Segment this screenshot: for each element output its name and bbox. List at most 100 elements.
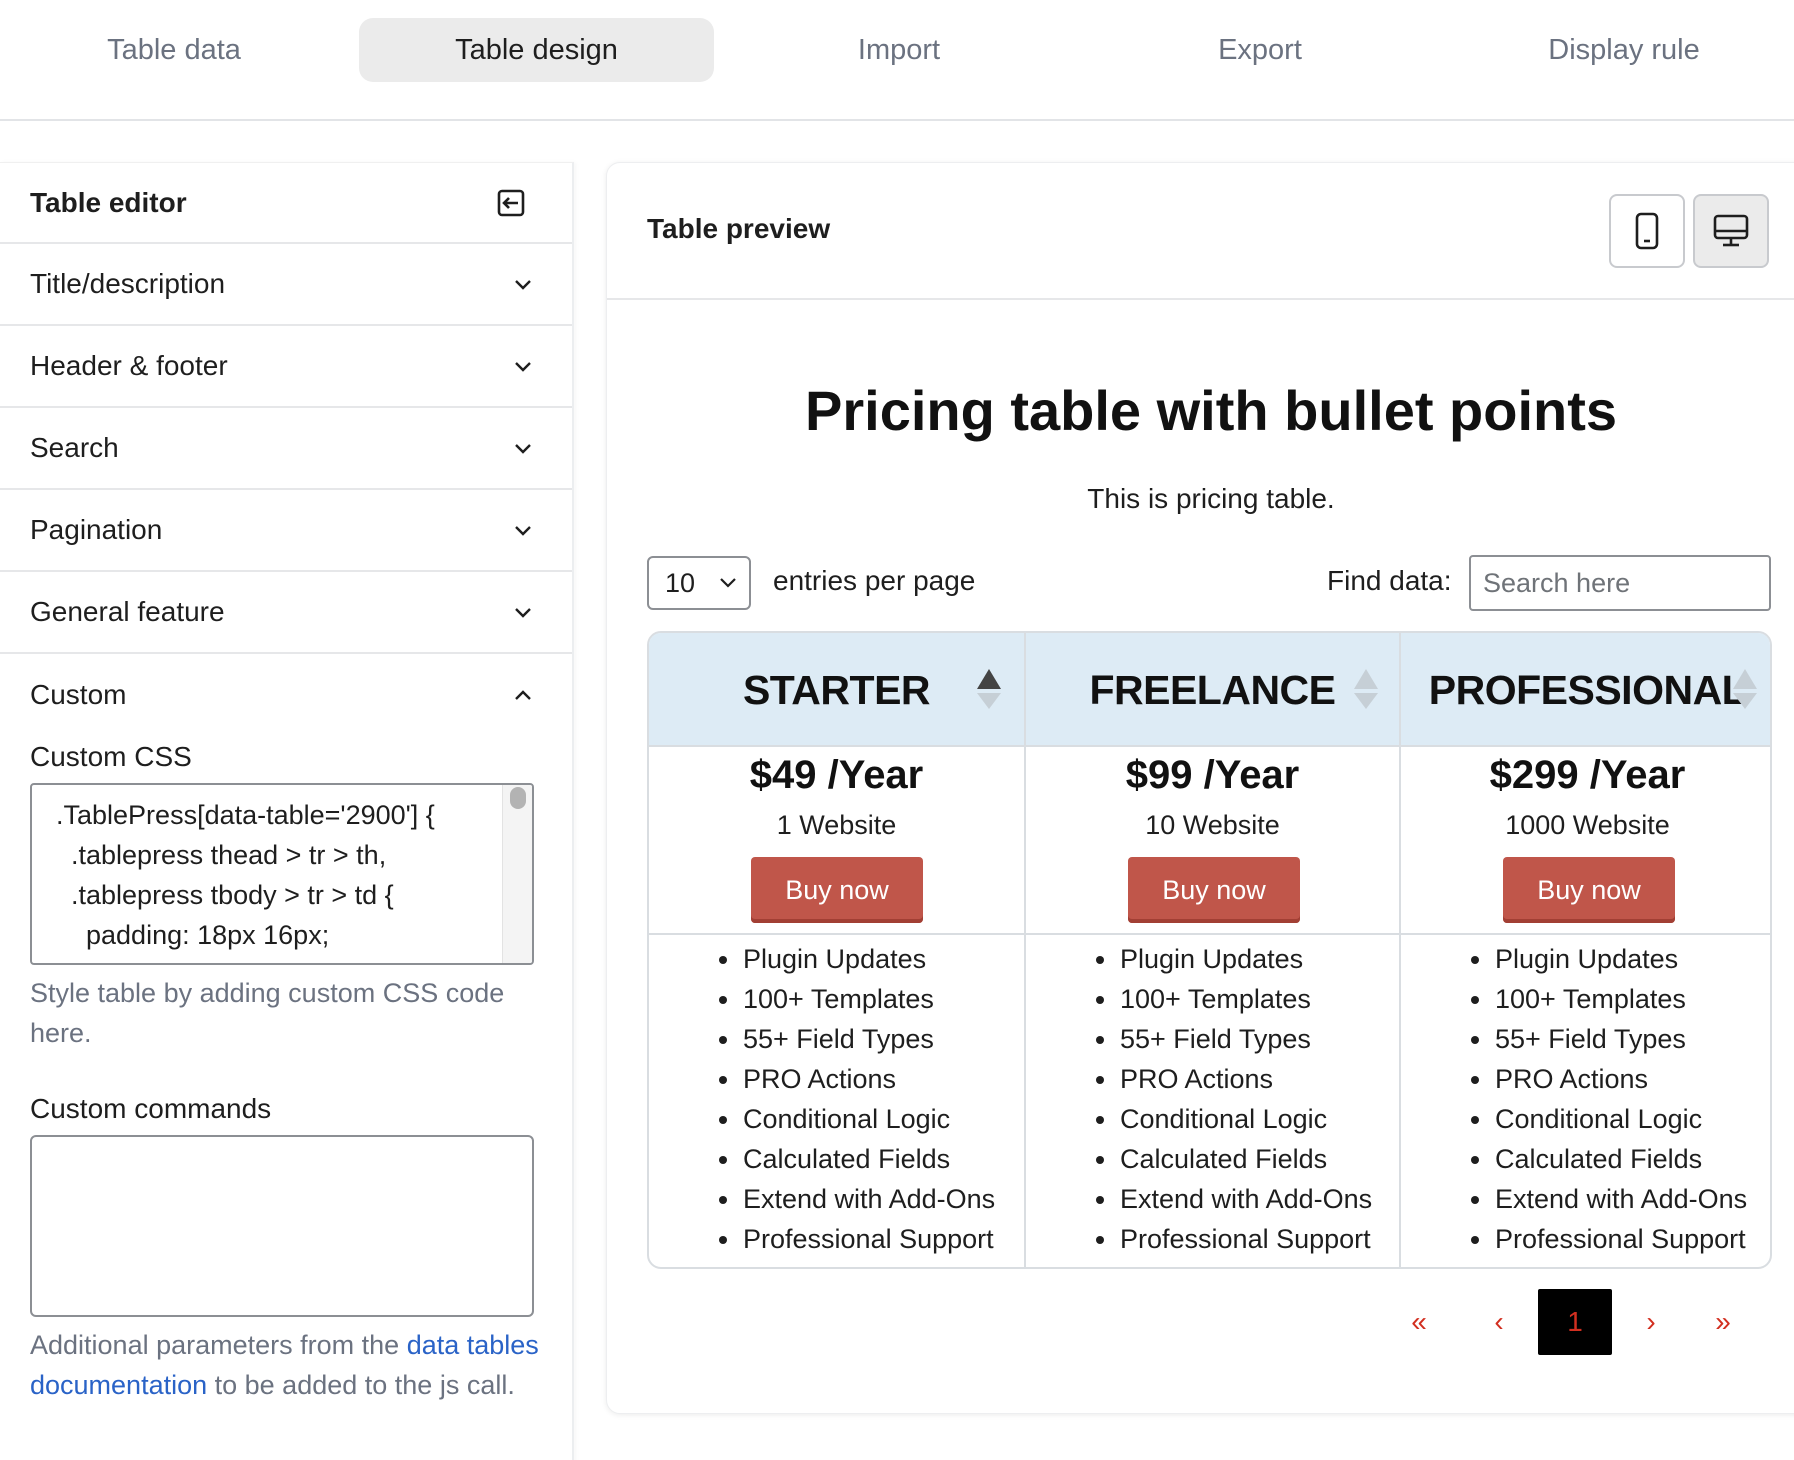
pricing-table-title: Pricing table with bullet points	[804, 379, 1618, 442]
row-divider	[1026, 933, 1399, 935]
pricing-column: STARTER $49 /Year 1 Website Buy now Plug…	[649, 633, 1024, 1267]
custom-css-help: Style table by adding custom CSS code he…	[30, 978, 505, 1048]
tab-table-design[interactable]: Table design	[359, 18, 714, 82]
feature-item: Calculated Fields	[1470, 1139, 1747, 1179]
pagination-first[interactable]: «	[1399, 1289, 1439, 1355]
search-input[interactable]: Search here	[1469, 555, 1771, 611]
feature-item: Extend with Add-Ons	[1095, 1179, 1372, 1219]
chevron-down-icon	[515, 362, 531, 372]
feature-item: Conditional Logic	[1470, 1099, 1747, 1139]
pagination-next[interactable]: ›	[1631, 1289, 1671, 1355]
buy-now-button[interactable]: Buy now	[751, 857, 923, 923]
plan-sites: 1000 Website	[1505, 810, 1670, 840]
section-search[interactable]: Search	[0, 408, 572, 490]
custom-css-label: Custom CSS	[30, 741, 192, 772]
entries-per-page-label: entries per page	[773, 565, 976, 596]
custom-css-textarea[interactable]: .TablePress[data-table='2900'] { .tablep…	[30, 783, 534, 965]
buy-now-button[interactable]: Buy now	[1128, 857, 1300, 923]
chevron-down-icon	[720, 578, 736, 588]
feature-item: Extend with Add-Ons	[1470, 1179, 1747, 1219]
section-label: Search	[30, 432, 119, 463]
sort-icon[interactable]	[1731, 667, 1759, 711]
table-editor-title: Table editor	[30, 186, 187, 218]
table-editor-panel: Table editor Title/description Header & …	[0, 162, 574, 1460]
entries-value: 10	[665, 567, 696, 598]
sort-icon[interactable]	[1352, 667, 1380, 711]
pricing-column: FREELANCE $99 /Year 10 Website Buy now P…	[1024, 633, 1399, 1267]
collapse-panel-icon[interactable]	[496, 188, 526, 218]
section-label: Title/description	[30, 268, 226, 299]
chevron-down-icon	[515, 280, 531, 290]
feature-item: PRO Actions	[718, 1059, 995, 1099]
section-label: Pagination	[30, 514, 163, 545]
column-header[interactable]: FREELANCE	[1026, 633, 1399, 747]
section-label: General feature	[30, 596, 225, 627]
feature-item: 100+ Templates	[1470, 979, 1747, 1019]
tab-table-data[interactable]: Table data	[38, 18, 310, 82]
feature-item: Plugin Updates	[718, 939, 995, 979]
feature-item: 55+ Field Types	[1095, 1019, 1372, 1059]
entries-per-page-select[interactable]: 10	[647, 556, 751, 610]
plan-price: $49 /Year	[749, 753, 924, 797]
feature-item: 55+ Field Types	[1470, 1019, 1747, 1059]
row-divider	[649, 933, 1024, 935]
pagination-prev[interactable]: ‹	[1479, 1289, 1519, 1355]
feature-item: Professional Support	[1095, 1219, 1372, 1259]
feature-list: Plugin Updates 100+ Templates 55+ Field …	[718, 939, 995, 1259]
sort-asc-icon[interactable]	[975, 667, 1003, 711]
pricing-table-description: This is pricing table.	[1087, 483, 1335, 514]
plan-sites: 1 Website	[776, 810, 897, 840]
desktop-icon	[1713, 214, 1749, 247]
custom-commands-label: Custom commands	[30, 1093, 272, 1124]
column-header[interactable]: STARTER	[649, 633, 1024, 747]
feature-item: Extend with Add-Ons	[718, 1179, 995, 1219]
feature-item: PRO Actions	[1470, 1059, 1747, 1099]
table-preview-panel: Table preview Pricing table with bullet …	[606, 162, 1794, 1414]
css-scrollbar-thumb[interactable]	[510, 787, 526, 809]
feature-item: Professional Support	[718, 1219, 995, 1259]
section-title-description[interactable]: Title/description	[0, 244, 572, 326]
top-tab-bar: Table data Table design Import Export Di…	[0, 0, 1794, 121]
tab-import[interactable]: Import	[763, 18, 1035, 82]
table-preview-header: Table preview	[607, 163, 1794, 300]
table-editor-header: Table editor	[0, 163, 572, 244]
plan-name: FREELANCE	[1089, 667, 1336, 713]
mobile-icon	[1635, 212, 1659, 250]
feature-list: Plugin Updates 100+ Templates 55+ Field …	[1095, 939, 1372, 1259]
section-custom[interactable]: Custom	[0, 654, 572, 736]
custom-commands-help: Additional parameters from the data tabl…	[30, 1325, 540, 1405]
feature-item: 100+ Templates	[1095, 979, 1372, 1019]
section-pagination[interactable]: Pagination	[0, 490, 572, 572]
tab-display-rule[interactable]: Display rule	[1488, 18, 1760, 82]
mobile-view-button[interactable]	[1609, 194, 1685, 268]
pagination-current-page[interactable]: 1	[1538, 1289, 1612, 1355]
chevron-down-icon	[515, 608, 531, 618]
chevron-down-icon	[515, 444, 531, 454]
section-general-feature[interactable]: General feature	[0, 572, 572, 654]
custom-css-code[interactable]: .TablePress[data-table='2900'] { .tablep…	[32, 785, 532, 955]
feature-item: Calculated Fields	[1095, 1139, 1372, 1179]
row-divider	[1401, 933, 1770, 935]
desktop-view-button[interactable]	[1693, 194, 1769, 268]
column-header[interactable]: PROFESSIONAL	[1401, 633, 1770, 747]
custom-commands-textarea[interactable]	[30, 1135, 534, 1317]
plan-price: $99 /Year	[1125, 753, 1300, 797]
chevron-up-icon	[515, 690, 531, 700]
pricing-column: PROFESSIONAL $299 /Year 1000 Website Buy…	[1399, 633, 1770, 1267]
css-scrollbar[interactable]	[502, 785, 532, 963]
feature-list: Plugin Updates 100+ Templates 55+ Field …	[1470, 939, 1747, 1259]
plan-name: PROFESSIONAL	[1428, 667, 1747, 713]
help-text: to be added to the js call.	[207, 1370, 515, 1400]
chevron-down-icon	[515, 526, 531, 536]
section-label: Custom	[30, 679, 127, 710]
feature-item: Plugin Updates	[1095, 939, 1372, 979]
pricing-table: STARTER $49 /Year 1 Website Buy now Plug…	[647, 631, 1772, 1269]
section-header-footer[interactable]: Header & footer	[0, 326, 572, 408]
feature-item: PRO Actions	[1095, 1059, 1372, 1099]
section-label: Header & footer	[30, 350, 228, 381]
pagination-last[interactable]: »	[1703, 1289, 1743, 1355]
feature-item: 100+ Templates	[718, 979, 995, 1019]
feature-item: Conditional Logic	[718, 1099, 995, 1139]
buy-now-button[interactable]: Buy now	[1503, 857, 1675, 923]
tab-export[interactable]: Export	[1124, 18, 1396, 82]
